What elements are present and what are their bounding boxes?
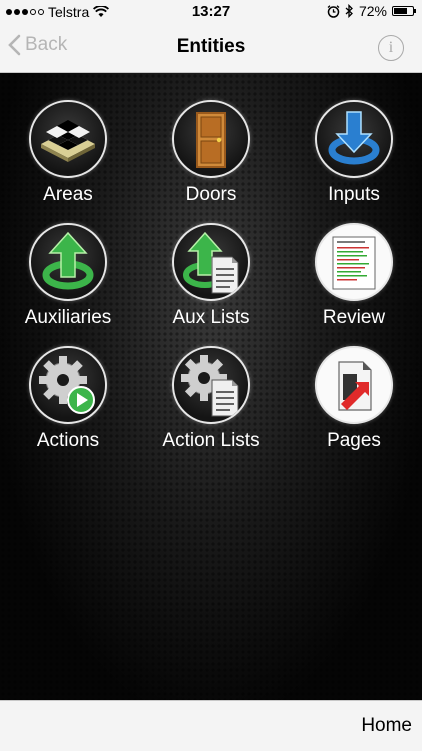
screen: Telstra 13:27 72% Back Entities i Areas … xyxy=(0,0,422,751)
entities-grid: Areas Doors Inputs Auxiliaries Aux Lists… xyxy=(0,73,422,700)
battery-icon xyxy=(392,6,416,16)
status-bar: Telstra 13:27 72% xyxy=(0,0,422,24)
pages-icon xyxy=(315,346,393,424)
tile-action-lists[interactable]: Action Lists xyxy=(141,346,281,452)
info-icon: i xyxy=(388,39,394,56)
tile-review[interactable]: Review xyxy=(284,223,422,329)
alarm-clock-icon xyxy=(327,4,340,18)
areas-icon xyxy=(29,100,107,178)
tile-label: Auxiliaries xyxy=(24,307,112,328)
battery-percent: 72% xyxy=(358,3,387,19)
tile-label: Inputs xyxy=(328,184,380,205)
tile-label: Doors xyxy=(185,184,237,205)
tile-inputs[interactable]: Inputs xyxy=(284,100,422,206)
door-icon xyxy=(172,100,250,178)
tile-label: Pages xyxy=(327,430,381,451)
navigation-bar: Back Entities i xyxy=(0,24,422,73)
bottom-toolbar: Home xyxy=(0,700,422,751)
aux-lists-icon xyxy=(172,223,250,301)
tile-label: Actions xyxy=(36,430,100,451)
tile-doors[interactable]: Doors xyxy=(141,100,281,206)
review-icon xyxy=(315,223,393,301)
tile-actions[interactable]: Actions xyxy=(0,346,138,452)
auxiliaries-icon xyxy=(29,223,107,301)
tile-label: Action Lists xyxy=(162,430,260,451)
home-button[interactable]: Home xyxy=(361,715,412,737)
status-right: 72% xyxy=(327,3,416,19)
actions-icon xyxy=(29,346,107,424)
page-title: Entities xyxy=(176,36,246,57)
tile-aux-lists[interactable]: Aux Lists xyxy=(141,223,281,329)
tile-label: Areas xyxy=(43,184,93,205)
bluetooth-icon xyxy=(345,4,353,18)
tile-areas[interactable]: Areas xyxy=(0,100,138,206)
tile-pages[interactable]: Pages xyxy=(284,346,422,452)
tile-auxiliaries[interactable]: Auxiliaries xyxy=(0,223,138,329)
tile-label: Review xyxy=(322,307,386,328)
action-lists-icon xyxy=(172,346,250,424)
inputs-icon xyxy=(315,100,393,178)
info-button[interactable]: i xyxy=(378,35,404,61)
tile-label: Aux Lists xyxy=(172,307,250,328)
